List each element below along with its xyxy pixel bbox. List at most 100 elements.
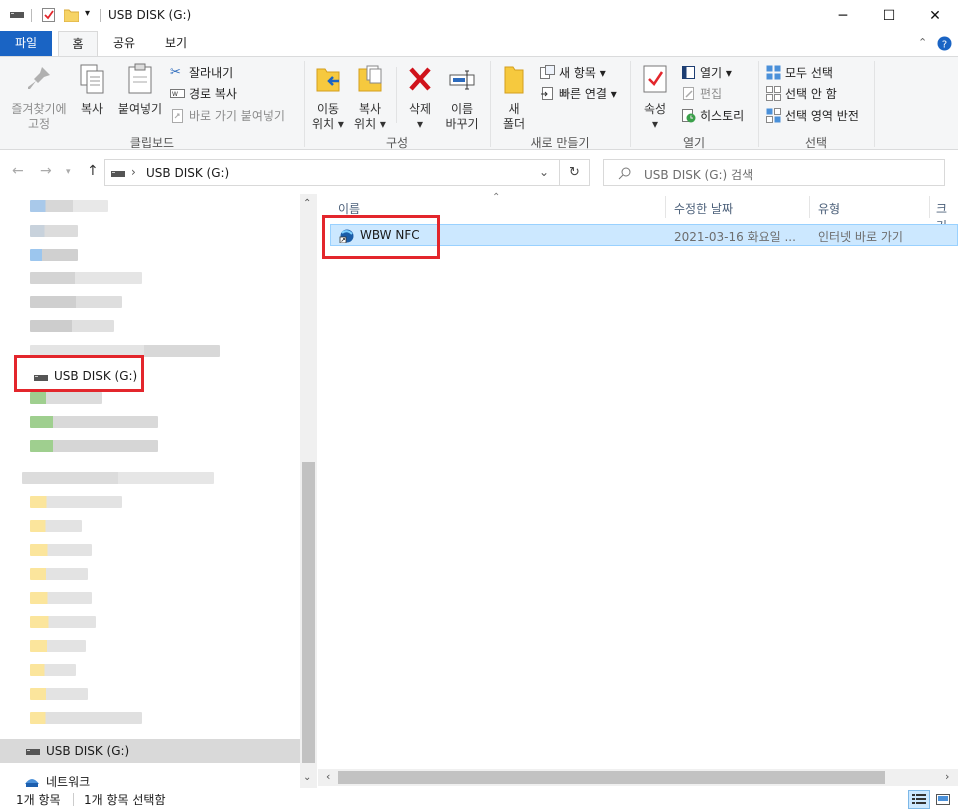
nav-item-obscured[interactable] xyxy=(30,640,86,652)
close-button[interactable]: ✕ xyxy=(912,0,958,31)
nav-item-obscured[interactable] xyxy=(30,616,96,628)
properties-quick-icon[interactable] xyxy=(42,8,55,22)
paste-button[interactable]: 붙여넣기 xyxy=(114,63,166,117)
delete-button[interactable]: 삭제 ▾ xyxy=(402,63,438,132)
window-title: USB DISK (G:) xyxy=(108,8,192,22)
nav-item-obscured[interactable] xyxy=(30,320,114,332)
column-header-type[interactable]: 유형 xyxy=(818,200,840,217)
column-header-modified[interactable]: 수정한 날짜 xyxy=(674,200,733,217)
new-folder-quick-icon[interactable] xyxy=(64,8,79,22)
nav-item-obscured[interactable] xyxy=(30,520,82,532)
nav-item-obscured[interactable] xyxy=(30,664,76,676)
scissors-icon: ✂ xyxy=(170,64,181,80)
nav-item-obscured[interactable] xyxy=(30,496,122,508)
nav-item-obscured[interactable] xyxy=(30,249,78,261)
large-icons-view-button[interactable] xyxy=(933,790,953,809)
svg-text:?: ? xyxy=(942,40,947,51)
file-type: 인터넷 바로 가기 xyxy=(818,230,903,244)
nav-item-obscured[interactable] xyxy=(30,392,102,404)
properties-icon xyxy=(643,65,667,93)
invert-selection-button[interactable]: 선택 영역 반전 xyxy=(766,105,859,125)
details-view-button[interactable] xyxy=(908,790,930,809)
nav-item-obscured[interactable] xyxy=(30,200,108,212)
network-icon xyxy=(25,779,39,787)
file-modified: 2021-03-16 화요일 ... xyxy=(674,230,796,244)
rename-button[interactable]: 이름 바꾸기 xyxy=(440,63,484,132)
scroll-thumb[interactable] xyxy=(302,462,315,763)
easy-access-button[interactable]: 빠른 연결 ▾ xyxy=(540,83,617,103)
recent-locations-chevron-icon[interactable]: ▾ xyxy=(66,167,71,177)
select-none-icon xyxy=(766,85,781,101)
breadcrumb-current[interactable]: USB DISK (G:) xyxy=(146,166,229,180)
nav-item-obscured[interactable] xyxy=(22,472,214,484)
select-none-button[interactable]: 선택 안 함 xyxy=(766,83,837,103)
nav-item-obscured[interactable] xyxy=(30,688,88,700)
collapse-ribbon-icon[interactable]: ⌃ xyxy=(918,36,927,49)
nav-item-obscured[interactable] xyxy=(30,592,92,604)
nav-scrollbar[interactable]: ⌃ ⌄ xyxy=(300,194,317,788)
paste-shortcut-icon xyxy=(172,108,183,123)
paste-shortcut-button[interactable]: 바로 가기 붙여넣기 xyxy=(170,105,285,125)
new-folder-button[interactable]: 새 폴더 xyxy=(496,63,532,132)
breadcrumb-chevron-icon[interactable]: › xyxy=(131,165,136,179)
nav-item-obscured[interactable] xyxy=(30,440,158,452)
nav-item-obscured[interactable] xyxy=(30,712,142,724)
tab-file[interactable]: 파일 xyxy=(0,31,52,56)
pin-to-quick-access-button[interactable]: 즐겨찾기에 고정 xyxy=(6,63,72,132)
help-icon[interactable]: ? xyxy=(937,36,952,51)
column-divider[interactable] xyxy=(929,196,930,218)
new-item-button[interactable]: 새 항목 ▾ xyxy=(540,62,606,82)
scroll-left-icon[interactable]: ‹ xyxy=(326,770,330,783)
navigation-pane[interactable]: USB DISK (G:) USB DISK (G:) 네트워크 xyxy=(0,194,300,789)
scroll-thumb[interactable] xyxy=(338,771,885,784)
nav-item-obscured[interactable] xyxy=(30,544,92,556)
drive-icon xyxy=(26,749,40,755)
nav-item-obscured[interactable] xyxy=(30,296,122,308)
history-button[interactable]: 히스토리 xyxy=(681,105,744,125)
tab-view[interactable]: 보기 xyxy=(156,31,196,56)
copy-path-button[interactable]: W 경로 복사 xyxy=(170,83,237,103)
selected-count: 1개 항목 선택함 xyxy=(84,793,166,807)
column-divider[interactable] xyxy=(809,196,810,218)
copy-button[interactable]: 복사 xyxy=(74,63,110,117)
scroll-up-icon[interactable]: ⌃ xyxy=(303,198,311,209)
refresh-button[interactable]: ↻ xyxy=(560,159,590,186)
copy-to-button[interactable]: 복사 위치 ▾ xyxy=(352,63,388,132)
invert-selection-icon xyxy=(766,107,781,123)
customize-quick-access-icon[interactable]: ▾ xyxy=(85,8,90,19)
nav-item-usb-disk-root[interactable]: USB DISK (G:) xyxy=(0,739,300,763)
nav-item-obscured[interactable] xyxy=(30,225,78,237)
properties-button[interactable]: 속성 ▾ xyxy=(636,63,674,132)
item-count: 1개 항목 xyxy=(16,793,61,807)
file-list[interactable]: ⌃ 이름 수정한 날짜 유형 크기 WBW NFC 2021-03-16 화요일… xyxy=(318,192,958,788)
tab-home[interactable]: 홈 xyxy=(58,31,98,57)
nav-item-obscured[interactable] xyxy=(30,568,88,580)
select-all-button[interactable]: 모두 선택 xyxy=(766,62,833,82)
maximize-button[interactable]: ☐ xyxy=(866,0,912,31)
forward-arrow-icon[interactable]: → xyxy=(40,163,52,179)
move-to-button[interactable]: 이동 위치 ▾ xyxy=(310,63,346,132)
drive-icon xyxy=(111,171,125,177)
minimize-button[interactable]: ─ xyxy=(820,0,866,31)
tab-share[interactable]: 공유 xyxy=(104,31,144,56)
column-divider[interactable] xyxy=(665,196,666,218)
nav-item-obscured[interactable] xyxy=(30,272,142,284)
cut-button[interactable]: ✂ 잘라내기 xyxy=(170,62,233,82)
divider xyxy=(100,9,101,22)
scroll-down-icon[interactable]: ⌄ xyxy=(303,772,311,783)
address-bar[interactable]: › USB DISK (G:) ⌄ xyxy=(104,159,560,186)
search-input[interactable]: USB DISK (G:) 검색 xyxy=(603,159,945,186)
details-view-icon xyxy=(912,794,926,804)
back-arrow-icon[interactable]: ← xyxy=(12,163,24,179)
copy-icon xyxy=(80,64,104,94)
edit-button[interactable]: 편집 xyxy=(681,83,722,103)
large-icons-view-icon xyxy=(936,794,950,805)
address-dropdown-icon[interactable]: ⌄ xyxy=(539,165,549,179)
search-placeholder: USB DISK (G:) 검색 xyxy=(644,168,754,182)
up-arrow-icon[interactable]: ↑ xyxy=(87,163,99,179)
ribbon: 즐겨찾기에 고정 복사 붙여넣기 ✂ 잘라내기 W 경로 복사 바로 가기 붙여… xyxy=(0,56,958,150)
open-button[interactable]: 열기 ▾ xyxy=(681,62,732,82)
horizontal-scrollbar[interactable]: ‹ › xyxy=(318,769,958,786)
scroll-right-icon[interactable]: › xyxy=(945,770,949,783)
nav-item-obscured[interactable] xyxy=(30,416,158,428)
